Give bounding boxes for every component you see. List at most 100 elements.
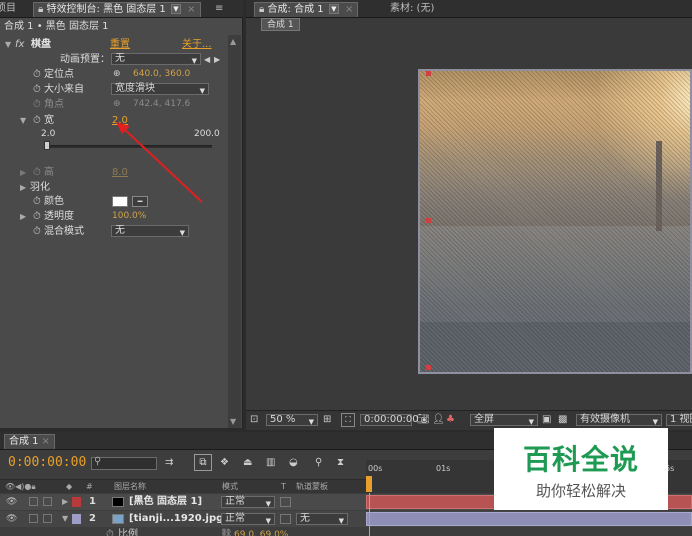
handle-icon[interactable] [426, 218, 431, 223]
fx-icon[interactable]: fx [15, 37, 24, 52]
about-link[interactable]: 关于... [182, 37, 212, 52]
label-color[interactable] [72, 497, 81, 507]
close-icon[interactable]: × [42, 436, 50, 447]
views-select[interactable]: 1 视图 [666, 414, 692, 426]
eye-icon[interactable]: 👁︎ [6, 494, 17, 510]
stopwatch-icon[interactable]: ⏱︎ [33, 82, 41, 97]
region-icon[interactable]: ▣ [542, 414, 551, 425]
timeline-timecode[interactable]: 0:00:00:00 [8, 455, 86, 470]
layer-name[interactable]: [tianji...1920.jpg] [129, 511, 228, 527]
transparency-icon[interactable]: ▩ [558, 414, 567, 425]
resolution-select[interactable]: 全屏 ▼ [470, 414, 538, 426]
hide-shy-icon[interactable]: ⏏ [243, 457, 252, 468]
handle-icon[interactable] [426, 365, 431, 370]
lock-icon[interactable]: 🔒︎ [38, 4, 43, 15]
brainstorm-icon[interactable]: ⧗ [337, 457, 344, 468]
live-update-icon[interactable]: ⧉ [194, 454, 212, 471]
viewer-tabbar: 🔒︎ 合成: 合成 1 ▼ × 素材: (无) [246, 0, 692, 18]
blend-mode-select[interactable]: 无 ▼ [111, 225, 189, 237]
link-icon[interactable]: ⛓︎ [220, 527, 233, 536]
expand-triangle-icon[interactable]: ▶ [20, 180, 26, 195]
audio-toggle[interactable] [29, 514, 38, 523]
stopwatch-icon[interactable]: ⏱︎ [33, 224, 41, 239]
stopwatch-icon[interactable]: ⏱︎ [106, 527, 114, 536]
graph-editor-icon[interactable]: ⚲ [315, 457, 322, 468]
comp-mini-flowchart-icon[interactable]: ⇉ [165, 457, 173, 468]
label-color[interactable] [72, 514, 81, 524]
tab-composition[interactable]: 🔒︎ 合成: 合成 1 ▼ × [254, 2, 359, 17]
layer-dropdown[interactable]: ▼ [170, 4, 181, 14]
tab-effect-controls[interactable]: 🔒︎ 特效控制台: 黑色 固态层 1 ▼ × [33, 2, 201, 17]
close-icon[interactable]: × [187, 4, 195, 15]
track-matte-select[interactable]: 无 ▼ [296, 513, 348, 525]
close-icon[interactable]: × [345, 4, 353, 15]
stopwatch-icon[interactable]: ⏱︎ [33, 113, 41, 128]
next-preset-icon[interactable]: ▶ [214, 52, 220, 67]
handle-icon[interactable] [426, 71, 431, 76]
camera-select[interactable]: 有效摄像机 ▼ [576, 414, 662, 426]
mask-icon[interactable]: ⛶ [341, 413, 355, 427]
lock-toggle[interactable] [43, 514, 52, 523]
frame-blend-icon[interactable]: ▥ [266, 457, 275, 468]
channels-icon[interactable]: ♣ [446, 414, 455, 425]
zoom-select[interactable]: 50 % ▼ [266, 414, 318, 426]
scroll-down-icon[interactable]: ▼ [230, 417, 236, 426]
user-icon[interactable]: 👤︎ [432, 414, 445, 425]
blend-mode-value: 无 [115, 225, 125, 236]
slider-min: 2.0 [41, 129, 56, 139]
tab-footage[interactable]: 素材: (无) [386, 2, 438, 17]
composition-viewer[interactable]: 合成 1 [246, 18, 692, 428]
layer-name[interactable]: [黑色 固态层 1] [129, 494, 202, 510]
draft-3d-icon[interactable]: ❖ [220, 457, 229, 468]
motion-blur-icon[interactable]: ◒ [289, 457, 298, 468]
tab-timeline[interactable]: 合成 1 × [4, 434, 55, 449]
expand-triangle-icon[interactable]: ▼ [5, 37, 11, 52]
reset-link[interactable]: 重置 [110, 37, 130, 52]
av-switches-icon: 👁︎◀)●🔒︎ [5, 482, 36, 491]
stopwatch-icon[interactable]: ⏱︎ [33, 209, 41, 224]
layer-search-input[interactable]: ⚲ [91, 456, 157, 470]
blend-label: 混合模式 [44, 226, 84, 237]
expand-triangle-icon[interactable]: ▼ [20, 113, 26, 128]
preserve-transparency-toggle[interactable] [280, 497, 291, 507]
layer-row-2[interactable]: 👁︎ ▼ 2 [tianji...1920.jpg] 正常 ▼ 无 ▼ [0, 511, 692, 527]
grid-icon[interactable]: ⊞ [323, 414, 331, 425]
prev-preset-icon[interactable]: ◀ [204, 52, 210, 67]
comp-dropdown[interactable]: ▼ [328, 4, 339, 14]
layer-bar-2[interactable] [366, 512, 692, 526]
always-preview-icon[interactable]: ⊡ [250, 414, 258, 425]
lock-toggle[interactable] [43, 497, 52, 506]
camera-icon[interactable]: 📷︎ [417, 414, 430, 425]
eye-icon[interactable]: 👁︎ [6, 511, 17, 527]
panel-menu-icon[interactable]: ≡ [211, 2, 227, 17]
opacity-value[interactable]: 100.0% [112, 209, 146, 224]
preserve-transparency-toggle[interactable] [280, 514, 291, 524]
size-from-select[interactable]: 宽度滑块 ▼ [111, 83, 209, 95]
playhead-handle[interactable] [366, 476, 372, 492]
layer-mode-select[interactable]: 正常 ▼ [221, 496, 275, 508]
comp-chip[interactable]: 合成 1 [261, 18, 300, 31]
scale-value[interactable]: 69.0, 69.0% [234, 527, 288, 536]
effect-scrollbar[interactable]: ▲ ▼ [228, 35, 241, 428]
width-slider-thumb[interactable] [44, 141, 50, 150]
chevron-down-icon: ▼ [191, 57, 197, 65]
anchor-value[interactable]: 640.0, 360.0 [133, 67, 190, 82]
layer-mode-select[interactable]: 正常 ▼ [221, 513, 275, 525]
animation-preset-select[interactable]: 无 ▼ [111, 53, 201, 65]
layer-mode-value: 正常 [225, 513, 245, 524]
crosshair-icon[interactable]: ⊕ [113, 67, 121, 82]
layer-index: 2 [89, 513, 96, 524]
corner-value: 742.4, 417.6 [133, 99, 191, 109]
expand-triangle-icon[interactable]: ▶ [62, 494, 68, 510]
stopwatch-icon[interactable]: ⏱︎ [33, 194, 41, 209]
lock-icon[interactable]: 🔒︎ [259, 4, 264, 15]
scroll-up-icon[interactable]: ▲ [230, 37, 236, 46]
expand-triangle-icon[interactable]: ▶ [20, 209, 26, 224]
expand-triangle-icon[interactable]: ▼ [62, 511, 68, 527]
comp-canvas[interactable] [418, 69, 692, 374]
stopwatch-icon[interactable]: ⏱︎ [33, 67, 41, 82]
audio-toggle[interactable] [29, 497, 38, 506]
stopwatch-icon: ⏱︎ [33, 167, 41, 178]
tab-project[interactable]: 项目 [0, 2, 20, 17]
timecode-field[interactable]: 0:00:00:00 [360, 414, 419, 426]
